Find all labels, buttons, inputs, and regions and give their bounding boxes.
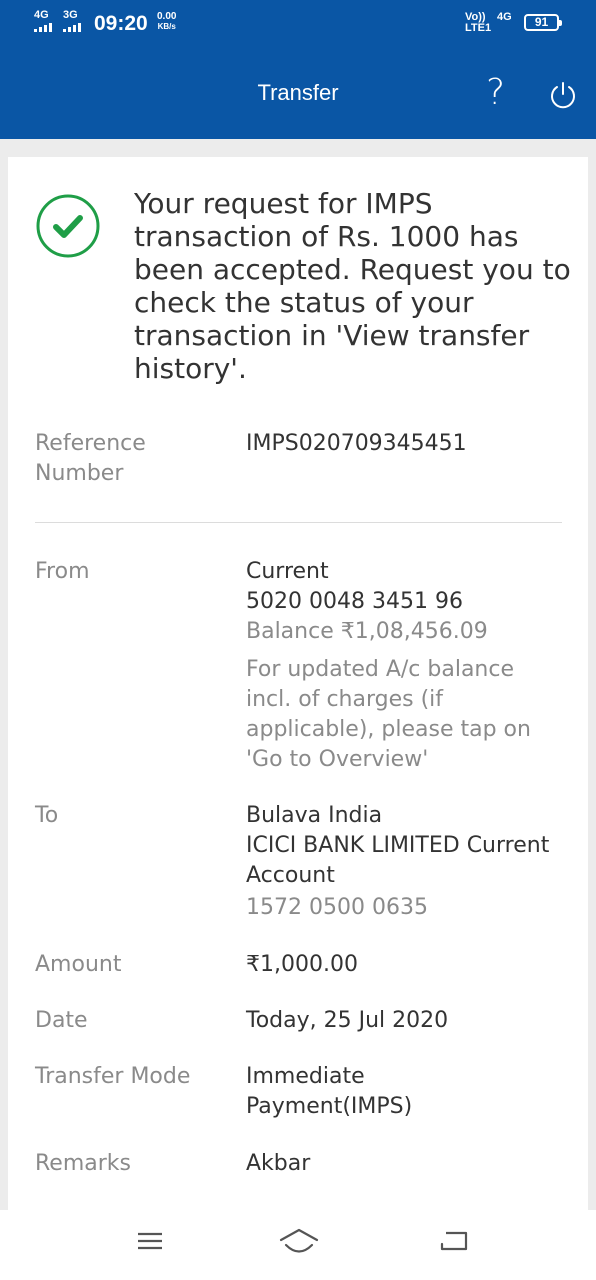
- sim1-label: 4G: [34, 9, 49, 21]
- reference-label: Reference Number: [35, 431, 146, 486]
- beneficiary-name: Bulava India: [246, 803, 383, 828]
- home-icon[interactable]: [278, 1226, 320, 1260]
- remarks-value: Akbar: [246, 1151, 311, 1176]
- battery-level: 91: [534, 15, 549, 29]
- sim2-label: 3G: [63, 9, 78, 21]
- status-bar: 4G 3G 09:20 0.00 KB/s Vo)) LTE1 4G 91: [0, 0, 596, 44]
- from-balance: Balance ₹1,08,456.09: [246, 619, 488, 644]
- success-check-icon: [36, 194, 100, 258]
- reference-value: IMPS020709345451: [246, 431, 467, 456]
- speed-unit: KB/s: [157, 22, 176, 31]
- lte-label: LTE1: [465, 22, 492, 34]
- back-icon[interactable]: [438, 1226, 470, 1256]
- date-label: Date: [35, 1008, 88, 1033]
- transfer-mode-value: Immediate Payment(IMPS): [246, 1064, 413, 1119]
- app-header: 4G 3G 09:20 0.00 KB/s Vo)) LTE1 4G 91 Tr…: [0, 0, 596, 139]
- from-account-number: 5020 0048 3451 96: [246, 589, 463, 614]
- help-icon[interactable]: ?: [486, 72, 505, 113]
- divider: [35, 522, 562, 523]
- date-value: Today, 25 Jul 2020: [246, 1008, 449, 1033]
- balance-note: For updated A/c balance incl. of charges…: [246, 657, 531, 772]
- from-value: Current 5020 0048 3451 96 Balance ₹1,08,…: [246, 557, 576, 775]
- from-label: From: [35, 559, 90, 584]
- transfer-confirmation-card: Your request for IMPS transaction of Rs.…: [8, 157, 588, 1217]
- battery-icon: 91: [524, 14, 562, 31]
- transfer-mode-label: Transfer Mode: [35, 1064, 191, 1089]
- power-icon[interactable]: [548, 80, 578, 110]
- remarks-label: Remarks: [35, 1151, 131, 1176]
- network-4g-icon: 4G: [497, 11, 512, 23]
- beneficiary-account-number: 1572 0500 0635: [246, 895, 428, 920]
- amount-label: Amount: [35, 952, 122, 977]
- to-label: To: [35, 803, 59, 828]
- to-value: Bulava India ICICI BANK LIMITED Current …: [246, 801, 576, 923]
- volte-icon: Vo)) LTE1: [465, 12, 491, 34]
- confirmation-message: Your request for IMPS transaction of Rs.…: [134, 187, 571, 385]
- speed-value: 0.00: [157, 11, 177, 22]
- amount-value: ₹1,000.00: [246, 952, 358, 977]
- system-nav-bar: [0, 1210, 596, 1280]
- menu-icon[interactable]: [136, 1226, 164, 1256]
- clock: 09:20: [94, 12, 148, 35]
- from-account-type: Current: [246, 559, 329, 584]
- network-speed: 0.00 KB/s: [157, 12, 176, 32]
- page-title: Transfer: [257, 80, 339, 105]
- sim2-signal-icon: 3G: [63, 10, 81, 32]
- sim1-signal-icon: 4G: [34, 10, 52, 32]
- beneficiary-bank: ICICI BANK LIMITED Current Account: [246, 833, 550, 888]
